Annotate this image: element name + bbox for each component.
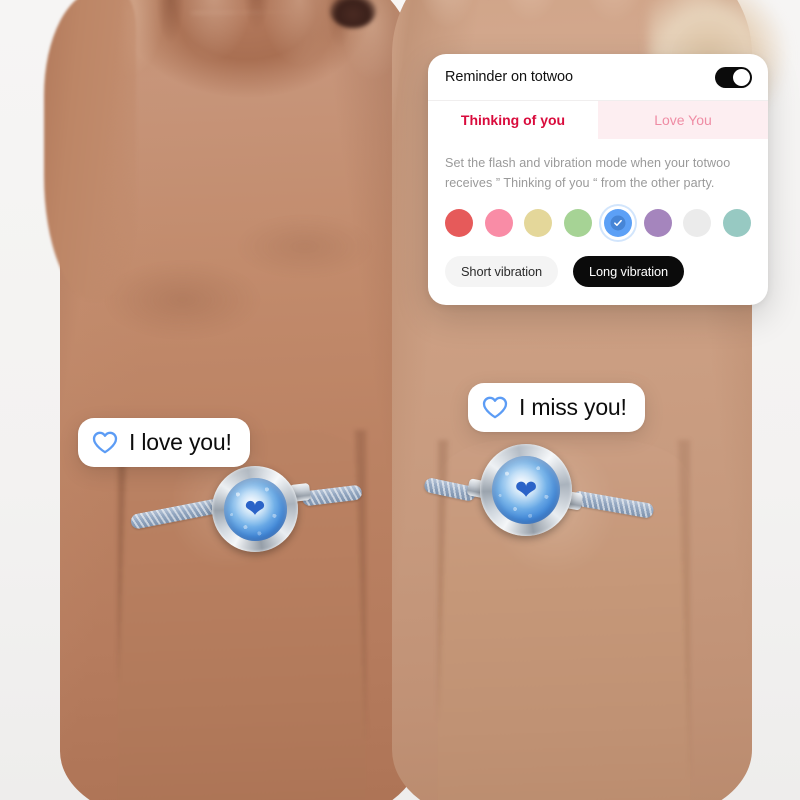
right-bracelet: ❤ <box>423 444 655 544</box>
speech-bubble-text: I miss you! <box>519 394 627 420</box>
color-swatch-red[interactable] <box>445 208 473 237</box>
right-bracelet-charm: ❤ <box>480 444 572 536</box>
check-icon <box>610 215 626 231</box>
left-bracelet-charm: ❤ <box>212 466 298 552</box>
color-swatch-white[interactable] <box>683 208 712 237</box>
tab-thinking-of-you[interactable]: Thinking of you <box>428 101 598 139</box>
tab-label: Thinking of you <box>460 112 566 128</box>
color-swatch-green[interactable] <box>564 208 593 237</box>
card-body: Set the flash and vibration mode when yo… <box>428 139 768 305</box>
right-charm-face: ❤ <box>492 456 560 524</box>
short-vibration-label: Short vibration <box>461 263 543 279</box>
checkmark-glyph <box>613 219 622 226</box>
tab-love-you[interactable]: Love You <box>598 101 768 139</box>
color-swatch-sand[interactable] <box>524 208 553 237</box>
short-vibration-button[interactable]: Short vibration <box>445 255 559 287</box>
toggle-knob <box>733 68 750 86</box>
reminder-toggle[interactable] <box>715 66 752 88</box>
left-bracelet: ❤ <box>129 466 363 558</box>
card-title: Reminder on totwoo <box>445 69 573 85</box>
settings-description: Set the flash and vibration mode when yo… <box>445 156 731 191</box>
heart-outline-icon <box>482 396 508 419</box>
right-bracelet-band-right <box>571 489 655 520</box>
heart-outline-icon <box>92 431 118 454</box>
left-hand-thumb <box>44 0 136 300</box>
color-swatch-pink[interactable] <box>484 208 513 237</box>
color-swatch-purple[interactable] <box>643 208 672 237</box>
tab-label: Love You <box>654 112 712 128</box>
charm-heart-icon: ❤ <box>514 474 538 505</box>
long-vibration-button[interactable]: Long vibration <box>573 255 685 287</box>
screenshot-stage: ❤ ❤ I love you! I miss you! Reminder on … <box>0 0 800 800</box>
charm-heart-icon: ❤ <box>244 494 266 523</box>
reminder-settings-card: Reminder on totwoo Thinking of you Love … <box>428 54 768 305</box>
card-header: Reminder on totwoo <box>428 54 768 100</box>
color-swatch-teal[interactable] <box>722 208 751 237</box>
vibration-button-row: Short vibration Long vibration <box>445 255 751 287</box>
speech-bubble-text: I love you! <box>129 429 232 455</box>
left-charm-face: ❤ <box>223 477 287 541</box>
color-swatch-list <box>445 208 751 237</box>
tab-bar: Thinking of you Love You <box>428 101 768 139</box>
color-swatch-blue[interactable] <box>603 208 632 237</box>
speech-bubble-i-miss-you: I miss you! <box>468 383 645 432</box>
speech-bubble-i-love-you: I love you! <box>78 418 250 467</box>
long-vibration-label: Long vibration <box>589 263 669 279</box>
